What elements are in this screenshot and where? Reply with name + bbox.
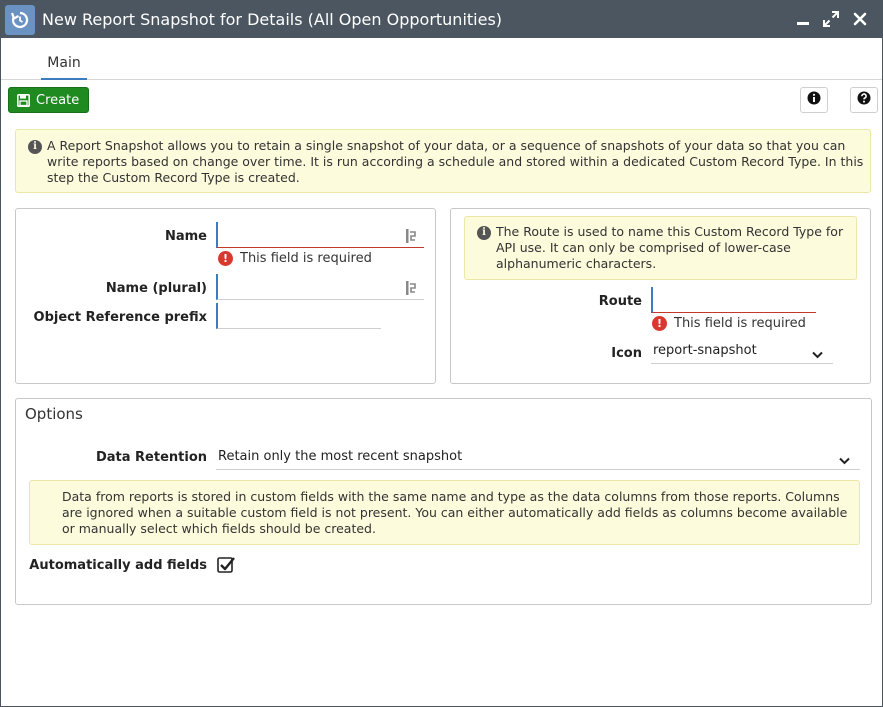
name-error: ! This field is required: [218, 251, 372, 266]
object-reference-prefix-input[interactable]: [216, 303, 381, 329]
translate-icon[interactable]: [405, 228, 419, 244]
retention-note: Data from reports is stored in custom fi…: [29, 480, 860, 545]
names-panel: Name ! This field is required Name (plur…: [15, 208, 436, 384]
info-icon: i: [477, 226, 491, 240]
maximize-icon[interactable]: [821, 9, 841, 29]
auto-add-fields-label: Automatically add fields: [29, 558, 207, 573]
auto-add-fields-checkbox[interactable]: [217, 556, 235, 574]
title-bar[interactable]: New Report Snapshot for Details (All Ope…: [1, 1, 882, 38]
route-note-text: The Route is used to name this Custom Re…: [496, 224, 844, 271]
icon-label: Icon: [611, 346, 642, 361]
icon-select[interactable]: report-snapshot: [651, 340, 833, 364]
name-plural-label: Name (plural): [105, 281, 207, 296]
tab-bar: Main: [1, 38, 882, 80]
error-icon: !: [652, 316, 667, 331]
info-button[interactable]: [800, 87, 828, 113]
close-icon[interactable]: [850, 9, 870, 29]
data-retention-value: Retain only the most recent snapshot: [218, 449, 463, 464]
info-icon: [807, 91, 821, 109]
info-icon: i: [28, 140, 42, 154]
tab-main[interactable]: Main: [41, 55, 87, 80]
create-button-label: Create: [36, 92, 80, 108]
translate-icon[interactable]: [405, 280, 419, 296]
prefix-label: Object Reference prefix: [33, 310, 207, 325]
chevron-down-icon: [812, 345, 823, 367]
name-error-text: This field is required: [240, 251, 372, 266]
dialog-window: New Report Snapshot for Details (All Ope…: [0, 0, 883, 707]
help-icon: [857, 91, 871, 109]
route-label: Route: [598, 294, 642, 309]
data-retention-label: Data Retention: [95, 450, 207, 465]
options-panel: Options Data Retention Retain only the m…: [15, 398, 872, 605]
icon-select-value: report-snapshot: [653, 343, 757, 358]
save-icon: [17, 93, 30, 107]
create-button[interactable]: Create: [8, 87, 89, 113]
window-title: New Report Snapshot for Details (All Ope…: [42, 10, 503, 29]
help-button[interactable]: [850, 87, 878, 113]
name-plural-input[interactable]: [216, 274, 424, 300]
chevron-down-icon: [839, 451, 850, 473]
report-snapshot-icon: [5, 5, 35, 35]
route-input[interactable]: [651, 287, 816, 313]
route-error: ! This field is required: [652, 316, 806, 331]
options-title: Options: [25, 405, 83, 423]
data-retention-select[interactable]: Retain only the most recent snapshot: [216, 446, 860, 470]
minimize-icon[interactable]: [793, 9, 813, 29]
route-panel: i The Route is used to name this Custom …: [450, 208, 871, 384]
name-input[interactable]: [216, 222, 424, 248]
intro-note: i A Report Snapshot allows you to retain…: [15, 129, 871, 193]
retention-note-text: Data from reports is stored in custom fi…: [62, 489, 848, 536]
intro-note-text: A Report Snapshot allows you to retain a…: [47, 138, 864, 185]
route-error-text: This field is required: [674, 316, 806, 331]
error-icon: !: [218, 251, 233, 266]
route-note: i The Route is used to name this Custom …: [464, 216, 857, 280]
name-label: Name: [164, 229, 207, 244]
